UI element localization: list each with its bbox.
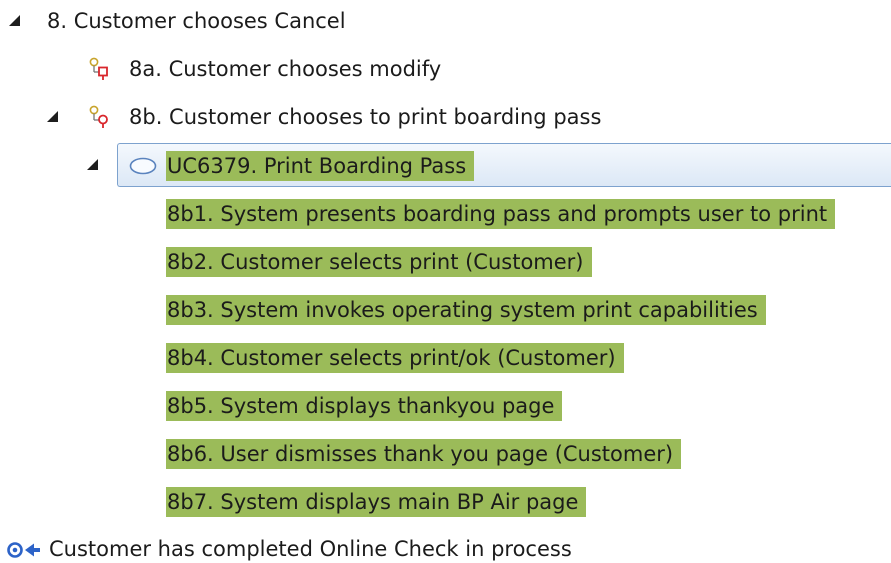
tree-item-8a[interactable]: 8a. Customer chooses modify <box>0 48 891 96</box>
tree-item-8b[interactable]: 8b. Customer chooses to print boarding p… <box>0 96 891 144</box>
collapse-triangle-icon[interactable] <box>9 15 20 26</box>
list-item[interactable]: 8b5. System displays thankyou page <box>0 384 891 432</box>
tree-item-postcondition[interactable]: Customer has completed Online Check in p… <box>0 528 891 563</box>
alternate-flow-icon <box>89 105 108 128</box>
tree-item-8-label: 8. Customer chooses Cancel <box>47 9 346 33</box>
use-case-ellipse-icon <box>129 157 157 175</box>
list-item[interactable]: 8b1. System presents boarding pass and p… <box>0 192 891 240</box>
step-label: 8b3. System invokes operating system pri… <box>166 295 766 325</box>
tree-item-8a-label: 8a. Customer chooses modify <box>129 57 442 81</box>
list-item[interactable]: 8b4. Customer selects print/ok (Customer… <box>0 336 891 384</box>
list-item[interactable]: 8b6. User dismisses thank you page (Cust… <box>0 432 891 480</box>
tree-item-8b-label: 8b. Customer chooses to print boarding p… <box>129 105 602 129</box>
tree-item-use-case[interactable]: UC6379. Print Boarding Pass <box>0 144 891 192</box>
use-case-tree: 8. Customer chooses Cancel 8a. Customer … <box>0 0 891 563</box>
collapse-triangle-icon[interactable] <box>47 111 58 122</box>
step-label: 8b4. Customer selects print/ok (Customer… <box>166 343 624 373</box>
alternate-flow-icon <box>89 57 108 80</box>
step-label: 8b6. User dismisses thank you page (Cust… <box>166 439 682 469</box>
list-item[interactable]: 8b2. Customer selects print (Customer) <box>0 240 891 288</box>
step-label: 8b5. System displays thankyou page <box>166 391 563 421</box>
collapse-triangle-icon[interactable] <box>87 159 98 170</box>
list-item[interactable]: 8b7. System displays main BP Air page <box>0 480 891 528</box>
step-label: 8b2. Customer selects print (Customer) <box>166 247 592 277</box>
postcondition-label: Customer has completed Online Check in p… <box>49 537 572 561</box>
step-label: 8b1. System presents boarding pass and p… <box>166 199 836 229</box>
tree-item-use-case-label: UC6379. Print Boarding Pass <box>166 151 475 181</box>
postcondition-icon <box>7 542 40 558</box>
tree-item-8[interactable]: 8. Customer chooses Cancel <box>0 0 891 48</box>
step-label: 8b7. System displays main BP Air page <box>166 487 587 517</box>
list-item[interactable]: 8b3. System invokes operating system pri… <box>0 288 891 336</box>
